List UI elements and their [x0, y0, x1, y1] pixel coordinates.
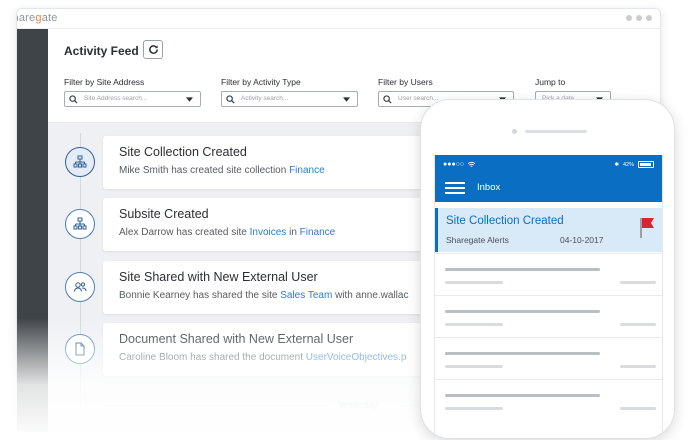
placeholder-bar — [445, 268, 600, 271]
chevron-down-icon[interactable] — [186, 97, 193, 102]
message-title: Site Collection Created — [446, 215, 564, 227]
activity-card[interactable]: Site Collection Created Mike Smith has cr… — [103, 136, 463, 189]
phone-header: ●●●○○ ✱ 42% Inbox — [435, 155, 662, 202]
filter-placeholder: Site Address search... — [84, 95, 148, 102]
search-icon — [383, 95, 392, 104]
sidebar — [17, 29, 48, 432]
battery-icon — [638, 161, 654, 168]
filter-label: Filter by Users — [378, 77, 433, 87]
placeholder-bar — [445, 407, 503, 410]
bluetooth-icon: ✱ — [614, 161, 619, 168]
page-title: Activity Feed — [64, 44, 139, 58]
title-bar: Sharegate — [17, 9, 660, 29]
inbox-message[interactable] — [435, 337, 662, 379]
activity-link[interactable]: Invoices — [250, 227, 287, 238]
activity-description: Caroline Bloom has shared the document U… — [119, 352, 406, 363]
activity-link[interactable]: UserVoiceObjectives.p — [306, 352, 407, 363]
activity-text: Caroline Bloom has shared the document — [119, 352, 306, 363]
activity-title: Site Collection Created — [119, 145, 247, 159]
share-users-icon — [65, 272, 95, 302]
brand-logo: Sharegate — [17, 12, 58, 24]
refresh-button[interactable] — [143, 40, 163, 59]
activity-description: Mike Smith has created site collection F… — [119, 165, 325, 176]
message-sender: Sharegate Alerts — [446, 235, 509, 245]
activity-card[interactable]: Site Shared with New External User Bonnie… — [103, 261, 463, 314]
placeholder-bar — [445, 365, 503, 368]
filter-placeholder: Activity search... — [241, 95, 289, 102]
filter-group: Filter by Site Address Site Address searc… — [64, 77, 201, 107]
day-separator-left — [103, 405, 328, 406]
activity-link[interactable]: Sales Team — [280, 290, 332, 301]
activity-link[interactable]: Finance — [289, 165, 325, 176]
inbox-message[interactable] — [435, 253, 662, 295]
status-right: ✱ 42% — [614, 161, 654, 168]
window-dot-icon[interactable] — [646, 15, 652, 21]
activity-card[interactable]: Document Shared with New External User Ca… — [103, 323, 463, 376]
search-icon — [226, 95, 235, 104]
activity-text: Alex Darrow has created site — [119, 227, 250, 238]
wifi-icon — [467, 161, 476, 167]
signal-icon: ●●●○○ — [443, 161, 465, 168]
search-icon — [69, 95, 78, 104]
placeholder-bar — [445, 394, 600, 397]
status-left: ●●●○○ — [443, 161, 476, 168]
phone-speaker — [525, 130, 587, 133]
activity-title: Document Shared with New External User — [119, 332, 354, 346]
activity-text: in — [286, 227, 300, 238]
activity-text: with anne.wallac — [332, 290, 409, 301]
document-icon — [65, 334, 95, 364]
placeholder-bar — [620, 365, 656, 368]
activity-text: Bonnie Kearney has shared the site — [119, 290, 281, 301]
filter-label: Jump to — [535, 77, 566, 87]
activity-title: Site Shared with New External User — [119, 270, 318, 284]
activity-description: Bonnie Kearney has shared the site Sales… — [119, 290, 408, 301]
placeholder-bar — [620, 281, 656, 284]
inbox-message-selected[interactable]: Site Collection Created Sharegate Alerts… — [435, 208, 662, 252]
placeholder-bar — [445, 352, 600, 355]
day-separator-label: Yesterday — [338, 400, 378, 410]
sitemap-icon — [65, 147, 95, 177]
battery-percent: 42% — [622, 161, 634, 168]
filter-label: Filter by Activity Type — [221, 77, 301, 87]
window-dot-icon[interactable] — [636, 15, 642, 21]
window-dot-icon[interactable] — [626, 15, 632, 21]
inbox-message[interactable] — [435, 295, 662, 337]
window-controls[interactable] — [626, 15, 652, 21]
menu-icon[interactable] — [445, 182, 465, 197]
activity-description: Alex Darrow has created site Invoices in… — [119, 227, 335, 238]
chevron-down-icon[interactable] — [343, 97, 350, 102]
activity-title: Subsite Created — [119, 207, 209, 221]
placeholder-bar — [445, 281, 503, 284]
placeholder-bar — [445, 323, 503, 326]
refresh-icon — [148, 45, 158, 54]
inbox-title: Inbox — [477, 182, 501, 193]
placeholder-bar — [445, 310, 600, 313]
placeholder-bar — [620, 407, 656, 410]
phone-mockup: ●●●○○ ✱ 42% Inbox Site Collection Create… — [420, 99, 675, 439]
activity-link[interactable]: Finance — [300, 227, 336, 238]
activity-text: Mike Smith has created site collection — [119, 165, 290, 176]
filter-placeholder: User search... — [398, 95, 439, 102]
filter-group: Filter by Activity Type Activity search..… — [221, 77, 358, 107]
filter-search-input[interactable]: Activity search... — [221, 91, 358, 107]
inbox-message[interactable] — [435, 379, 662, 421]
flag-icon[interactable] — [639, 217, 655, 239]
filter-label: Filter by Site Address — [64, 77, 145, 87]
filter-search-input[interactable]: Site Address search... — [64, 91, 201, 107]
message-date: 04-10-2017 — [560, 235, 604, 245]
activity-card[interactable]: Subsite Created Alex Darrow has created s… — [103, 198, 463, 251]
phone-screen: ●●●○○ ✱ 42% Inbox Site Collection Create… — [434, 155, 663, 438]
sitemap-icon — [65, 209, 95, 239]
phone-camera — [512, 129, 517, 134]
placeholder-bar — [620, 323, 656, 326]
screenshot-stage: Sharegate Activity Feed Filter by Site A… — [0, 0, 693, 440]
